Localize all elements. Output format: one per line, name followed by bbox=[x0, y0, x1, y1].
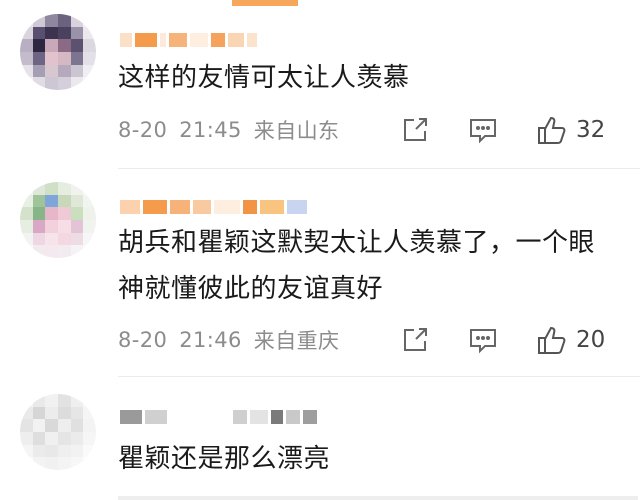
comment-icon[interactable] bbox=[468, 116, 498, 144]
comment-date: 8-20 bbox=[118, 118, 168, 142]
comment-location: 来自山东 bbox=[253, 119, 340, 143]
comment-item: 这样的友情可太让人羡慕 8-20 21:45 来自山东 32 bbox=[0, 0, 640, 170]
username-pixelated[interactable] bbox=[120, 408, 317, 426]
username-pixelated[interactable] bbox=[120, 31, 257, 49]
comment-item: 胡兵和瞿颖这默契太让人羡慕了，一个眼神就懂彼此的友谊真好 8-20 21:46 … bbox=[0, 170, 640, 378]
divider bbox=[118, 376, 640, 377]
like-button[interactable]: 20 bbox=[536, 325, 605, 355]
divider bbox=[118, 168, 640, 169]
next-row-fragment bbox=[118, 496, 638, 500]
like-count: 20 bbox=[576, 327, 606, 353]
comment-actions: 32 bbox=[400, 115, 605, 145]
share-icon[interactable] bbox=[400, 326, 430, 354]
username-pixelated[interactable] bbox=[120, 198, 307, 216]
comment-time: 21:46 bbox=[179, 328, 242, 352]
comment-date: 8-20 bbox=[118, 328, 168, 352]
comment-text: 胡兵和瞿颖这默契太让人羡慕了，一个眼神就懂彼此的友谊真好 bbox=[118, 228, 596, 304]
comment-location: 来自重庆 bbox=[253, 329, 340, 353]
like-count: 32 bbox=[576, 117, 606, 143]
avatar[interactable] bbox=[20, 14, 96, 90]
comment-item: 瞿颖还是那么漂亮 bbox=[0, 378, 640, 500]
comment-text: 瞿颖还是那么漂亮 bbox=[118, 444, 331, 474]
share-icon[interactable] bbox=[400, 116, 430, 144]
comment-text: 这样的友情可太让人羡慕 bbox=[118, 63, 410, 93]
thumbs-up-icon bbox=[536, 325, 568, 355]
comment-meta: 8-20 21:46 来自重庆 bbox=[118, 325, 339, 355]
comment-time: 21:45 bbox=[179, 118, 242, 142]
avatar[interactable] bbox=[20, 394, 96, 470]
comment-icon[interactable] bbox=[468, 326, 498, 354]
thumbs-up-icon bbox=[536, 115, 568, 145]
comment-meta: 8-20 21:45 来自山东 bbox=[118, 115, 339, 145]
comment-actions: 20 bbox=[400, 325, 605, 355]
avatar[interactable] bbox=[20, 182, 96, 258]
like-button[interactable]: 32 bbox=[536, 115, 605, 145]
